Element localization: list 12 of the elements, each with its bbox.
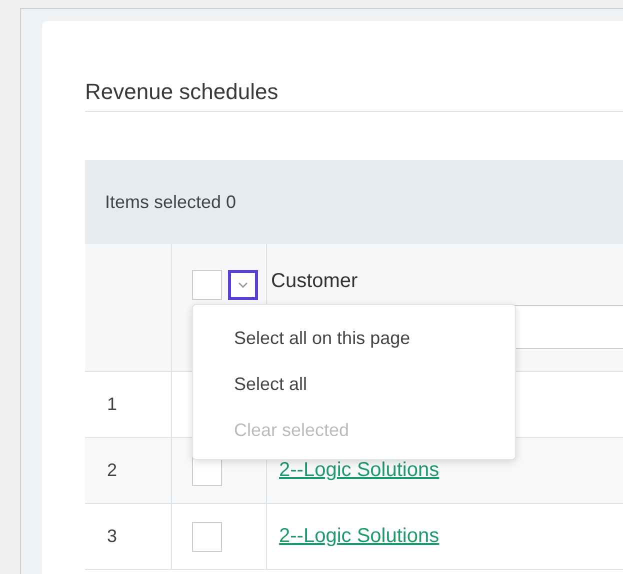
selection-menu-button[interactable] xyxy=(228,270,258,300)
menu-item[interactable]: Select all on this page xyxy=(193,315,515,361)
chevron-down-icon xyxy=(238,282,248,288)
selection-count: Items selected 0 xyxy=(105,192,236,212)
select-all-checkbox[interactable] xyxy=(192,270,222,300)
row-number: 3 xyxy=(85,504,172,570)
row-number: 2 xyxy=(85,438,172,504)
row-checkbox[interactable] xyxy=(192,522,222,552)
customer-link[interactable]: 2--Logic Solutions xyxy=(279,525,440,548)
page-title: Revenue schedules xyxy=(85,79,623,112)
menu-item[interactable]: Select all xyxy=(193,361,515,407)
column-header[interactable]: Customer xyxy=(271,270,623,293)
